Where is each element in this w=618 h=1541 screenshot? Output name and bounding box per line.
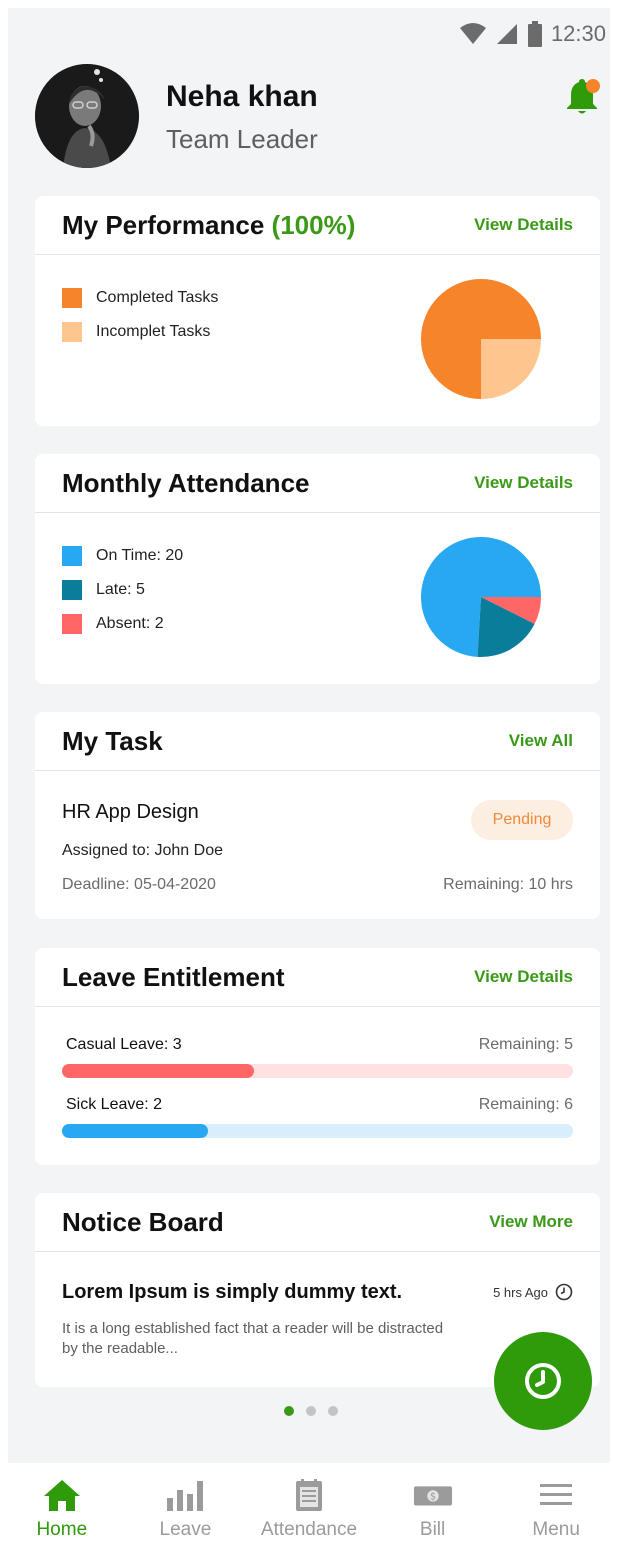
- pager-dot[interactable]: [328, 1406, 338, 1416]
- performance-card: My Performance (100%) View Details Compl…: [35, 196, 600, 426]
- casual-leave-label: Casual Leave: 3: [66, 1036, 182, 1053]
- notice-time: 5 hrs Ago: [493, 1285, 548, 1300]
- user-name: Neha khan: [166, 80, 318, 113]
- performance-legend: Completed Tasks Incomplet Tasks: [62, 281, 218, 349]
- sick-leave-remaining: Remaining: 6: [478, 1096, 573, 1113]
- legend-swatch: [62, 288, 82, 308]
- calendar-checklist-icon: [289, 1477, 329, 1513]
- attendance-header: Monthly Attendance View Details: [35, 454, 600, 513]
- task-name: HR App Design: [62, 801, 199, 823]
- legend-swatch: [62, 322, 82, 342]
- clock-icon: [525, 1363, 561, 1399]
- performance-title: My Performance (100%): [62, 209, 356, 240]
- sick-leave-progress: [62, 1124, 573, 1138]
- nav-item-attendance[interactable]: Attendance: [247, 1463, 371, 1541]
- notice-header: Notice Board View More: [35, 1193, 600, 1252]
- banknote-icon: $: [413, 1477, 453, 1513]
- legend-item: Late: 5: [62, 573, 183, 607]
- svg-text:$: $: [430, 1492, 436, 1503]
- performance-percent: (100%): [271, 209, 356, 240]
- performance-view-details-link[interactable]: View Details: [474, 215, 573, 235]
- performance-pie-chart: [421, 279, 541, 399]
- task-deadline: Deadline: 05-04-2020: [62, 876, 216, 893]
- legend-item: Absent: 2: [62, 607, 183, 641]
- profile-photo: [35, 64, 139, 168]
- notice-body: It is a long established fact that a rea…: [62, 1320, 444, 1357]
- casual-leave-remaining: Remaining: 5: [478, 1036, 573, 1053]
- nav-label: Menu: [532, 1519, 580, 1540]
- legend-swatch: [62, 614, 82, 634]
- battery-icon: [527, 21, 542, 47]
- sick-leave-label: Sick Leave: 2: [66, 1096, 163, 1113]
- leave-title: Leave Entitlement: [62, 961, 285, 992]
- home-icon: [42, 1477, 82, 1513]
- leave-card: Leave Entitlement View Details Casual Le…: [35, 948, 600, 1165]
- casual-leave-progress: [62, 1064, 573, 1078]
- casual-leave-progress-fill: [62, 1064, 254, 1078]
- cell-signal-icon: [496, 24, 517, 44]
- attendance-title: Monthly Attendance: [62, 467, 310, 498]
- task-remaining: Remaining: 10 hrs: [443, 876, 573, 893]
- legend-item: Completed Tasks: [62, 281, 218, 315]
- user-role: Team Leader: [166, 124, 318, 154]
- legend-swatch: [62, 546, 82, 566]
- task-view-all-link[interactable]: View All: [509, 731, 573, 751]
- notice-title: Notice Board: [62, 1206, 224, 1237]
- app-screen: 12:30 Neha khan Team Leader My Performan…: [8, 8, 610, 1463]
- nav-label: Leave: [159, 1519, 212, 1540]
- leave-view-details-link[interactable]: View Details: [474, 967, 573, 987]
- task-section-title: My Task: [62, 725, 163, 756]
- wifi-icon: [459, 23, 486, 44]
- attendance-legend: On Time: 20 Late: 5 Absent: 2: [62, 539, 183, 641]
- leave-header: Leave Entitlement View Details: [35, 948, 600, 1007]
- nav-item-bill[interactable]: $ Bill: [371, 1463, 495, 1541]
- attendance-pie-chart: [421, 537, 541, 657]
- legend-item: Incomplet Tasks: [62, 315, 218, 349]
- pager-dots: [284, 1406, 338, 1416]
- status-badge: Pending: [471, 800, 573, 840]
- task-assignee: Assigned to: John Doe: [62, 842, 223, 859]
- bar-chart-icon: [165, 1477, 205, 1513]
- avatar[interactable]: [35, 64, 139, 168]
- nav-label: Bill: [419, 1519, 446, 1540]
- pager-dot[interactable]: [306, 1406, 316, 1416]
- notice-view-more-link[interactable]: View More: [489, 1212, 573, 1232]
- bottom-navigation: Home Leave Attendance $ Bill Menu: [0, 1463, 618, 1541]
- performance-header: My Performance (100%) View Details: [35, 196, 600, 255]
- pager-dot-active[interactable]: [284, 1406, 294, 1416]
- attendance-card: Monthly Attendance View Details On Time:…: [35, 454, 600, 684]
- nav-label: Attendance: [260, 1519, 358, 1540]
- task-header: My Task View All: [35, 712, 600, 771]
- nav-item-menu[interactable]: Menu: [494, 1463, 618, 1541]
- pie-slice-incomplet-tasks: [481, 339, 541, 399]
- status-bar: 12:30: [459, 16, 606, 52]
- status-time: 12:30: [550, 21, 606, 46]
- task-card[interactable]: My Task View All HR App Design Pending A…: [35, 712, 600, 919]
- attendance-view-details-link[interactable]: View Details: [474, 473, 573, 493]
- sick-leave-progress-fill: [62, 1124, 208, 1138]
- nav-item-home[interactable]: Home: [0, 1463, 124, 1541]
- notification-bell-icon[interactable]: [562, 76, 602, 116]
- notice-headline: Lorem Ipsum is simply dummy text.: [62, 1281, 403, 1303]
- nav-label: Home: [36, 1519, 88, 1540]
- clock-icon: [555, 1283, 573, 1301]
- clock-in-fab-button[interactable]: [494, 1332, 592, 1430]
- nav-item-leave[interactable]: Leave: [124, 1463, 248, 1541]
- hamburger-menu-icon: [536, 1477, 576, 1513]
- legend-item: On Time: 20: [62, 539, 183, 573]
- legend-swatch: [62, 580, 82, 600]
